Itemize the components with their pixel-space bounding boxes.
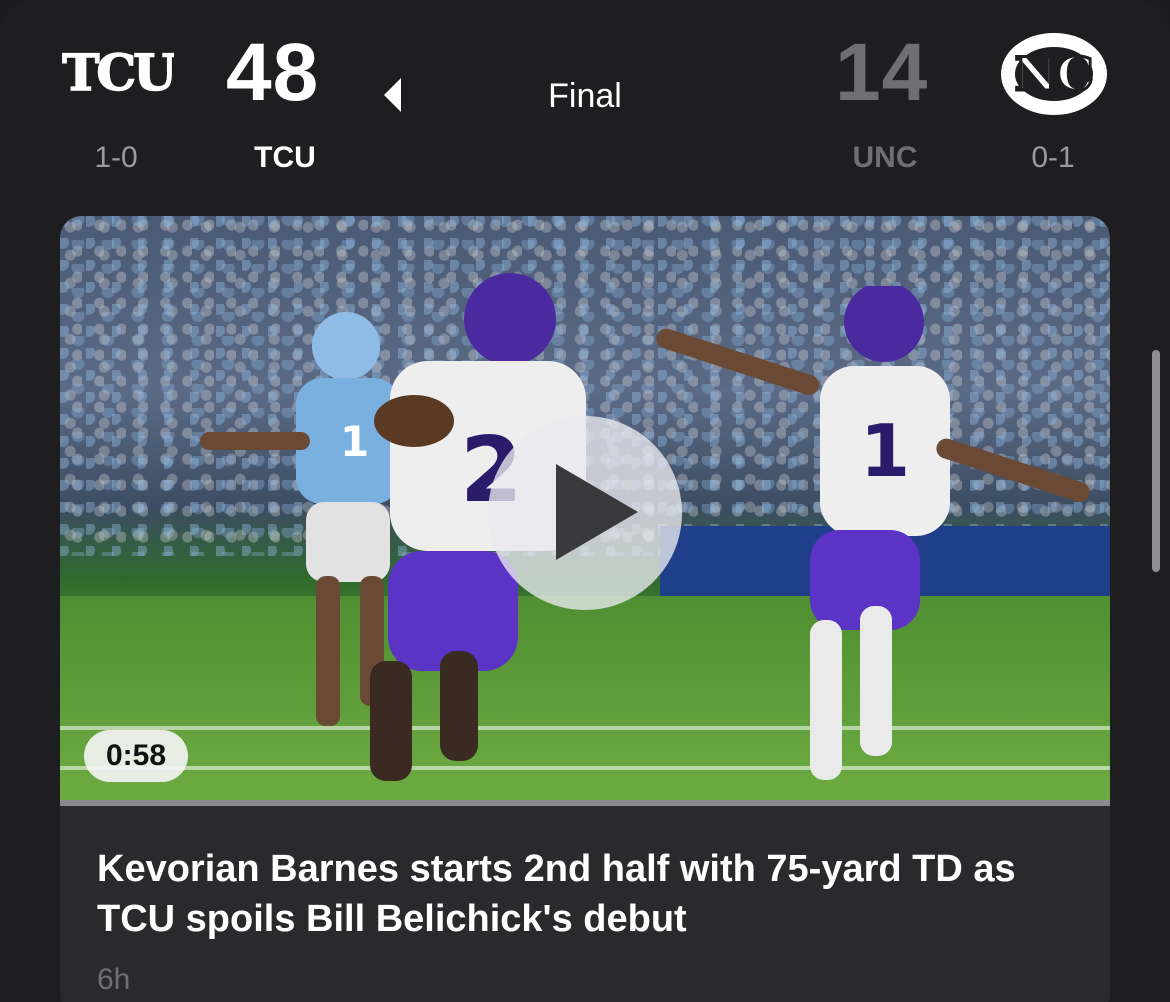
scoreboard: TCU 48 Final 14 NC 1-0 TCU UNC 0-1	[0, 0, 1170, 210]
away-team-abbr[interactable]: UNC	[805, 140, 965, 176]
teammate-figure: 1	[656, 286, 1090, 780]
game-sheet: TCU 48 Final 14 NC 1-0 TCU UNC 0-1 1 2 1…	[0, 0, 1170, 1002]
svg-text:1: 1	[860, 409, 910, 493]
scrollbar[interactable]	[1152, 350, 1160, 572]
highlight-timestamp: 6h	[97, 963, 131, 996]
play-icon	[556, 464, 638, 560]
home-team-abbr[interactable]: TCU	[205, 140, 365, 176]
caret-left-icon	[384, 78, 401, 112]
highlight-headline[interactable]: Kevorian Barnes starts 2nd half with 75-…	[97, 844, 1087, 944]
highlight-card[interactable]: 1 2 1 0:58 Kevorian Barnes starts 2nd ha…	[60, 216, 1110, 1002]
unc-logo-text: NC	[1015, 47, 1094, 101]
away-score: 14	[835, 27, 929, 118]
unc-logo[interactable]: NC	[998, 30, 1110, 116]
video-duration-badge: 0:58	[84, 730, 189, 782]
away-record: 0-1	[1031, 141, 1075, 174]
video-thumbnail[interactable]: 1 2 1 0:58	[60, 216, 1110, 800]
home-score: 48	[226, 27, 320, 118]
video-progress-bar	[60, 800, 1110, 806]
tcu-logo-text: TCU	[62, 43, 174, 102]
home-record: 1-0	[94, 141, 138, 174]
play-button[interactable]	[488, 416, 682, 610]
tcu-logo[interactable]: TCU	[61, 40, 180, 103]
game-status: Final	[548, 77, 622, 115]
